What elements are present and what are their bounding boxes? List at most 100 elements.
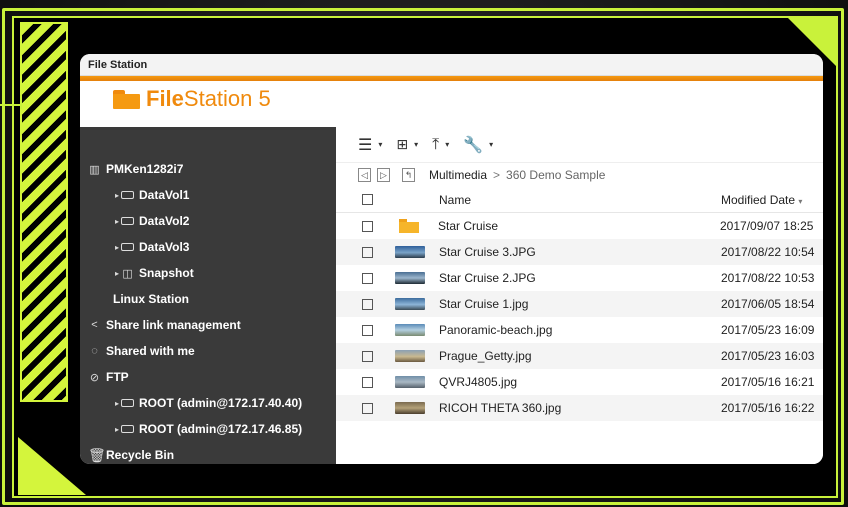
row-checkbox[interactable] (362, 376, 373, 388)
sidebar-item-ftp[interactable]: ⊘ FTP (80, 364, 336, 390)
drive-icon (121, 191, 135, 199)
row-checkbox[interactable] (362, 246, 373, 258)
row-checkbox[interactable] (362, 272, 373, 284)
window-title: File Station (80, 54, 823, 76)
table-row[interactable]: Star Cruise 3.JPG 2017/08/22 10:54 (336, 239, 823, 265)
server-icon: ▥ (89, 163, 100, 176)
file-date: 2017/06/05 18:54 (721, 297, 815, 311)
table-row[interactable]: QVRJ4805.jpg 2017/05/16 16:21 (336, 369, 823, 395)
image-thumbnail (395, 272, 425, 284)
table-row[interactable]: Star Cruise 2.JPG 2017/08/22 10:53 (336, 265, 823, 291)
row-checkbox[interactable] (362, 220, 373, 232)
column-header-name[interactable]: Name (439, 193, 721, 207)
new-folder-icon: ⊞ (396, 136, 409, 152)
chevron-down-icon: ▾ (378, 140, 383, 149)
table-header: Name Modified Date ▾ (336, 187, 823, 213)
image-thumbnail (395, 402, 425, 414)
row-checkbox[interactable] (362, 298, 373, 310)
chevron-down-icon: ▾ (445, 140, 450, 149)
chevron-down-icon: ▾ (489, 140, 494, 149)
select-all-checkbox[interactable] (362, 194, 373, 205)
drive-icon (121, 425, 135, 433)
accent-line (0, 104, 22, 106)
caret-right-icon[interactable]: ▸ (115, 217, 119, 226)
table-row[interactable]: Star Cruise 1.jpg 2017/06/05 18:54 (336, 291, 823, 317)
folder-logo-icon (113, 89, 140, 109)
ftp-icon: ⊘ (89, 371, 100, 384)
sidebar-item-nas[interactable]: ▥ PMKen1282i7 (80, 156, 336, 182)
chevron-down-icon: ▾ (414, 140, 419, 149)
table-row[interactable]: Star Cruise 2017/09/07 18:25 (336, 213, 823, 239)
drive-icon (121, 217, 135, 225)
caret-right-icon[interactable]: ▸ (115, 425, 119, 434)
breadcrumb-current: 360 Demo Sample (506, 168, 606, 182)
forward-button[interactable]: ▷ (377, 168, 390, 182)
caret-right-icon[interactable]: ▸ (115, 399, 119, 408)
sidebar-item-ftp-root-2[interactable]: ▸ ROOT (admin@172.17.46.85) (80, 416, 336, 442)
file-name: Star Cruise 1.jpg (439, 297, 529, 311)
sidebar-item-shared-with-me[interactable]: ◌ Shared with me (80, 338, 336, 364)
row-checkbox[interactable] (362, 350, 373, 362)
upload-button[interactable]: ⤒ ▾ (432, 136, 449, 154)
sidebar-item-datavol1[interactable]: ▸ DataVol1 (80, 182, 336, 208)
list-icon: ☰ (358, 136, 373, 154)
folder-icon (399, 219, 419, 233)
parent-folder-button[interactable]: ↰ (402, 168, 415, 182)
hazard-stripe-decoration (20, 22, 68, 402)
sidebar-item-linux-station[interactable]: Linux Station (80, 286, 336, 312)
file-name: Star Cruise 2.JPG (439, 271, 536, 285)
column-header-date[interactable]: Modified Date ▾ (721, 193, 802, 207)
file-name: Star Cruise 3.JPG (439, 245, 536, 259)
file-name: Panoramic-beach.jpg (439, 323, 553, 337)
sidebar-item-recycle-bin[interactable]: 🗑 Recycle Bin (80, 442, 336, 464)
toolbar: ☰ ▾ ⊞ ▾ ⤒ ▾ 🔧 ▾ (336, 127, 823, 163)
upload-icon: ⤒ (432, 135, 440, 153)
row-checkbox[interactable] (362, 402, 373, 414)
table-row[interactable]: RICOH THETA 360.jpg 2017/05/16 16:22 (336, 395, 823, 421)
image-thumbnail (395, 246, 425, 258)
sidebar: ▥ PMKen1282i7 ▸ DataVol1 ▸ DataVol2 ▸ Da… (80, 127, 336, 464)
new-folder-button[interactable]: ⊞ ▾ (396, 136, 418, 153)
sidebar-item-snapshot[interactable]: ▸ ◫ Snapshot (80, 260, 336, 286)
file-name: Prague_Getty.jpg (439, 349, 532, 363)
image-thumbnail (395, 350, 425, 362)
share-icon: < (91, 319, 98, 331)
caret-right-icon[interactable]: ▸ (115, 191, 119, 200)
file-date: 2017/08/22 10:54 (721, 245, 815, 259)
file-name: Star Cruise (438, 219, 499, 233)
breadcrumb-parent[interactable]: Multimedia (429, 168, 487, 182)
image-thumbnail (395, 376, 425, 388)
trash-icon: 🗑 (88, 446, 106, 463)
table-row[interactable]: Prague_Getty.jpg 2017/05/23 16:03 (336, 343, 823, 369)
caret-right-icon[interactable]: ▸ (115, 269, 119, 278)
file-list-panel: ☰ ▾ ⊞ ▾ ⤒ ▾ 🔧 ▾ ◁ ▷ ↰ Multimedia > 360 Demo … (336, 127, 823, 464)
shared-icon: ◌ (91, 345, 98, 357)
breadcrumb: ◁ ▷ ↰ Multimedia > 360 Demo Sample (336, 163, 823, 187)
sidebar-item-datavol3[interactable]: ▸ DataVol3 (80, 234, 336, 260)
image-thumbnail (395, 298, 425, 310)
sort-down-icon: ▾ (798, 196, 803, 206)
table-row[interactable]: Panoramic-beach.jpg 2017/05/23 16:09 (336, 317, 823, 343)
accent-line (20, 95, 22, 109)
file-date: 2017/09/07 18:25 (720, 219, 814, 233)
file-date: 2017/05/16 16:21 (721, 375, 815, 389)
drive-icon (121, 243, 135, 251)
file-name: QVRJ4805.jpg (439, 375, 518, 389)
caret-right-icon[interactable]: ▸ (115, 243, 119, 252)
back-button[interactable]: ◁ (358, 168, 371, 182)
file-date: 2017/05/16 16:22 (721, 401, 815, 415)
tools-button[interactable]: 🔧 ▾ (463, 135, 493, 155)
file-name: RICOH THETA 360.jpg (439, 401, 562, 415)
logo-row: FileStation 5 (80, 81, 823, 117)
app-logo: FileStation 5 (146, 86, 271, 111)
view-mode-button[interactable]: ☰ ▾ (358, 135, 382, 155)
row-checkbox[interactable] (362, 324, 373, 336)
corner-triangle-bottom-left (18, 437, 86, 495)
sidebar-item-ftp-root-1[interactable]: ▸ ROOT (admin@172.17.40.40) (80, 390, 336, 416)
image-thumbnail (395, 324, 425, 336)
drive-icon (121, 399, 135, 407)
sidebar-item-datavol2[interactable]: ▸ DataVol2 (80, 208, 336, 234)
file-date: 2017/08/22 10:53 (721, 271, 815, 285)
sidebar-item-share-link[interactable]: < Share link management (80, 312, 336, 338)
wrench-icon: 🔧 (463, 136, 484, 154)
